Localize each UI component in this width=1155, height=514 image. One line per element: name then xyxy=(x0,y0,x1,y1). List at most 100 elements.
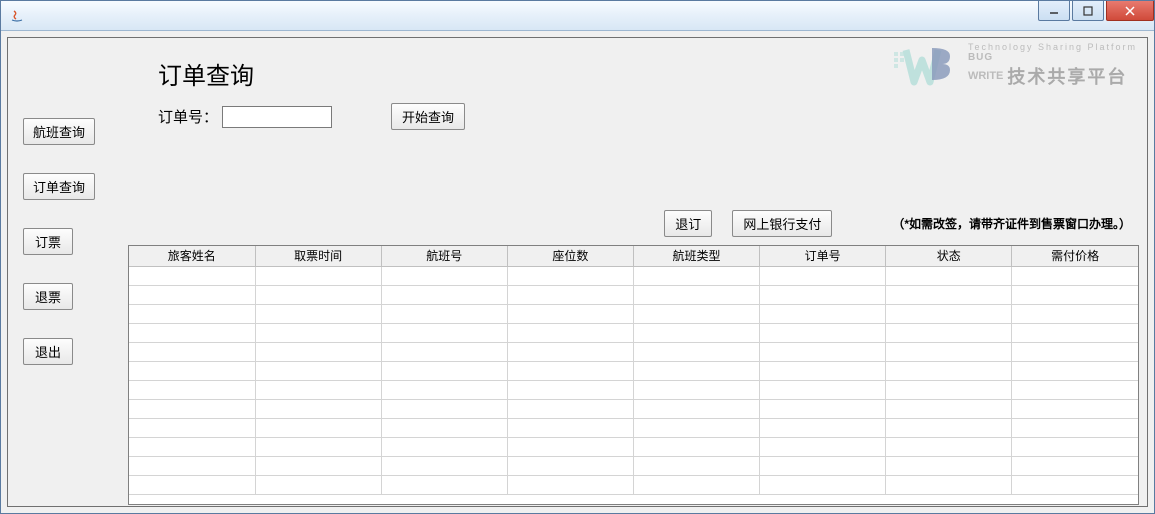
table-cell xyxy=(381,323,507,342)
table-cell xyxy=(886,418,1012,437)
table-cell xyxy=(255,475,381,494)
table-cell xyxy=(381,304,507,323)
table-cell xyxy=(1012,323,1138,342)
order-number-input[interactable] xyxy=(222,106,332,128)
search-button[interactable]: 开始查询 xyxy=(391,103,465,130)
table-cell xyxy=(507,399,633,418)
table-cell xyxy=(886,266,1012,285)
table-row[interactable] xyxy=(129,361,1138,380)
table-row[interactable] xyxy=(129,437,1138,456)
table-row[interactable] xyxy=(129,285,1138,304)
table-cell xyxy=(381,285,507,304)
table-cell xyxy=(381,456,507,475)
sidebar-item-flight-query[interactable]: 航班查询 xyxy=(23,118,95,145)
table-cell xyxy=(760,437,886,456)
th-status: 状态 xyxy=(886,246,1012,266)
table-cell xyxy=(507,456,633,475)
table-cell xyxy=(886,475,1012,494)
table-cell xyxy=(381,266,507,285)
titlebar xyxy=(1,1,1154,31)
table-cell xyxy=(634,342,760,361)
reschedule-notice: （*如需改签，请带齐证件到售票窗口办理。） xyxy=(892,215,1131,232)
table-row[interactable] xyxy=(129,342,1138,361)
app-window: Technology Sharing Platform BUG WRITE 技术… xyxy=(0,0,1155,514)
table-cell xyxy=(1012,418,1138,437)
table-cell xyxy=(634,399,760,418)
table-cell xyxy=(1012,342,1138,361)
query-row: 订单号： 开始查询 xyxy=(158,103,1139,130)
table-row[interactable] xyxy=(129,323,1138,342)
minimize-button[interactable] xyxy=(1038,1,1070,21)
table-cell xyxy=(760,399,886,418)
close-button[interactable] xyxy=(1106,1,1154,21)
table-cell xyxy=(381,418,507,437)
table-row[interactable] xyxy=(129,418,1138,437)
order-number-label: 订单号： xyxy=(158,106,218,127)
table-row[interactable] xyxy=(129,304,1138,323)
online-pay-button[interactable]: 网上银行支付 xyxy=(732,210,832,237)
maximize-button[interactable] xyxy=(1072,1,1104,21)
th-flight-type: 航班类型 xyxy=(634,246,760,266)
table-cell xyxy=(634,456,760,475)
table-cell xyxy=(886,323,1012,342)
results-table: 旅客姓名 取票时间 航班号 座位数 航班类型 订单号 状态 需付价格 xyxy=(128,245,1139,505)
table-row[interactable] xyxy=(129,380,1138,399)
table-cell xyxy=(255,437,381,456)
table-cell xyxy=(129,266,255,285)
table-cell xyxy=(381,437,507,456)
table-cell xyxy=(1012,361,1138,380)
table-cell xyxy=(129,399,255,418)
table-cell xyxy=(634,266,760,285)
table-cell xyxy=(760,456,886,475)
table-cell xyxy=(634,323,760,342)
table-cell xyxy=(255,418,381,437)
table-cell xyxy=(634,380,760,399)
table-header-row: 旅客姓名 取票时间 航班号 座位数 航班类型 订单号 状态 需付价格 xyxy=(129,246,1138,266)
table-cell xyxy=(507,418,633,437)
table-cell xyxy=(381,475,507,494)
action-row: 退订 网上银行支付 （*如需改签，请带齐证件到售票窗口办理。） xyxy=(128,210,1139,237)
table-cell xyxy=(760,342,886,361)
sidebar: 航班查询 订单查询 订票 退票 退出 xyxy=(23,118,113,365)
table-cell xyxy=(255,323,381,342)
table-cell xyxy=(760,304,886,323)
table-cell xyxy=(255,304,381,323)
table-cell xyxy=(886,380,1012,399)
table-cell xyxy=(1012,456,1138,475)
table-cell xyxy=(886,437,1012,456)
cancel-order-button[interactable]: 退订 xyxy=(664,210,712,237)
table-cell xyxy=(255,380,381,399)
sidebar-item-refund[interactable]: 退票 xyxy=(23,283,73,310)
table-cell xyxy=(886,456,1012,475)
table-cell xyxy=(129,380,255,399)
table-cell xyxy=(760,418,886,437)
table-cell xyxy=(129,323,255,342)
table-cell xyxy=(507,323,633,342)
table-cell xyxy=(760,323,886,342)
table-cell xyxy=(381,361,507,380)
main-area: 订单查询 订单号： 开始查询 退订 网上银行支付 （*如需改签，请带齐证件到售票… xyxy=(128,46,1139,498)
sidebar-item-book[interactable]: 订票 xyxy=(23,228,73,255)
table-cell xyxy=(129,418,255,437)
table-cell xyxy=(129,361,255,380)
table-row[interactable] xyxy=(129,456,1138,475)
table-cell xyxy=(634,304,760,323)
table-cell xyxy=(507,266,633,285)
table-row[interactable] xyxy=(129,266,1138,285)
sidebar-item-order-query[interactable]: 订单查询 xyxy=(23,173,95,200)
table-cell xyxy=(255,342,381,361)
table-cell xyxy=(760,285,886,304)
table-cell xyxy=(1012,380,1138,399)
sidebar-item-exit[interactable]: 退出 xyxy=(23,338,73,365)
table-cell xyxy=(634,475,760,494)
table-cell xyxy=(129,475,255,494)
table-row[interactable] xyxy=(129,475,1138,494)
table-cell xyxy=(381,342,507,361)
table-cell xyxy=(381,380,507,399)
table-cell xyxy=(129,285,255,304)
table-cell xyxy=(634,285,760,304)
table-row[interactable] xyxy=(129,399,1138,418)
table-cell xyxy=(760,380,886,399)
table-cell xyxy=(507,361,633,380)
table-cell xyxy=(507,380,633,399)
